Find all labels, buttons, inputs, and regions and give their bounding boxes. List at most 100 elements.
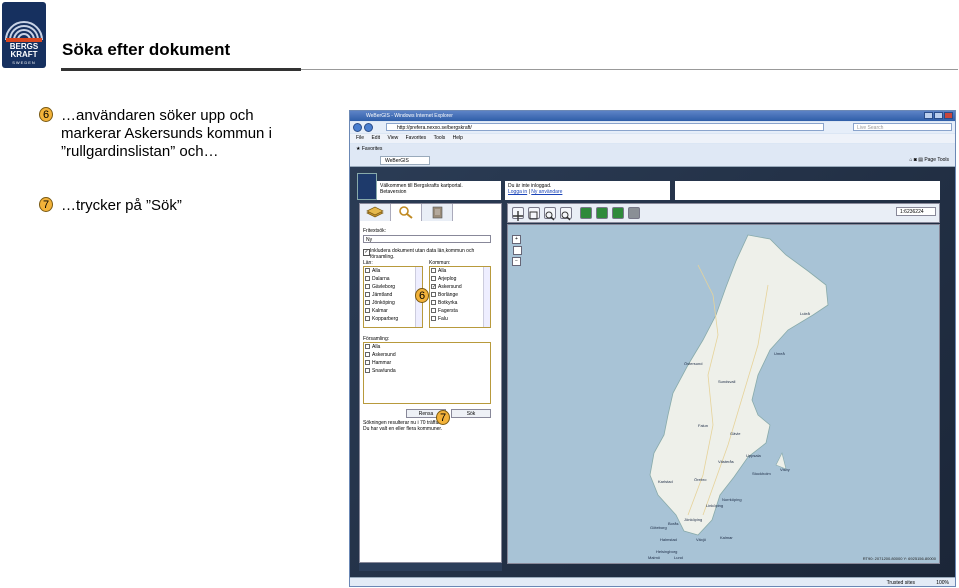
layers-icon [366, 206, 384, 218]
scale-input[interactable]: 1:6236224 [896, 207, 936, 216]
list-item[interactable]: Alla [364, 343, 490, 351]
list-item[interactable]: Borlänge [430, 291, 490, 299]
step-6-badge: 6 [39, 107, 53, 122]
tab-search[interactable] [391, 204, 422, 221]
close-button[interactable] [944, 112, 953, 119]
forsamling-list[interactable]: Alla Askersund Hammar Snavlunda [363, 342, 491, 404]
map-place-label: Borås [668, 521, 678, 526]
back-arrow-icon[interactable] [596, 207, 608, 219]
menu-view[interactable]: View [387, 135, 398, 141]
list-item[interactable]: Hammar [364, 359, 490, 367]
map-place-label: Helsingborg [656, 549, 677, 554]
kommun-scrollbar[interactable] [483, 267, 490, 327]
page-content: Välkommen till Bergskrafts kartportal. B… [350, 167, 955, 577]
checkbox[interactable] [365, 360, 370, 365]
checkbox[interactable] [365, 352, 370, 357]
list-item[interactable]: Jämtland [364, 291, 422, 299]
lan-list[interactable]: Alla Dalarna Gävleborg Jämtland Jönköpin… [363, 266, 423, 328]
menu-favorites[interactable]: Favorites [406, 135, 427, 141]
tab-layers[interactable] [360, 204, 391, 221]
list-item[interactable]: Snavlunda [364, 367, 490, 375]
checkbox[interactable] [431, 308, 436, 313]
menu-file[interactable]: File [356, 135, 364, 141]
list-item[interactable]: Fagersta [430, 307, 490, 315]
checkbox[interactable] [431, 300, 436, 305]
callout-6: 6 [415, 288, 429, 303]
list-item-askersund[interactable]: ✓ Askersund [430, 283, 490, 291]
list-item[interactable]: Askersund [364, 351, 490, 359]
checkbox[interactable] [365, 344, 370, 349]
address-bar[interactable]: http://prefera.nexxo.se/bergskraft/ [386, 123, 824, 131]
zoom-out-button[interactable]: − [512, 257, 521, 266]
list-item[interactable]: Gävleborg [364, 283, 422, 291]
home-icon[interactable]: ⌂ [909, 157, 912, 163]
new-user-link[interactable]: Ny användare [531, 189, 562, 195]
zoom-out-icon[interactable] [560, 207, 572, 221]
fritext-input[interactable]: Ny [363, 235, 491, 243]
zoom-extent-icon[interactable] [528, 207, 540, 220]
menu-edit[interactable]: Edit [371, 135, 380, 141]
magnifier-icon [399, 206, 413, 219]
bergskraft-logo: BERGS KRAFT SWEDEN [2, 2, 46, 68]
checkbox[interactable] [365, 316, 370, 321]
favorites-label[interactable]: Favorites [362, 146, 383, 152]
result-text: Sökningen resulterar nu i 70 träffar. Du… [363, 420, 498, 432]
include-label: Inkludera dokument utan data län,kommun … [370, 248, 475, 260]
login-link[interactable]: Logga in [508, 189, 527, 195]
checkbox[interactable] [365, 268, 370, 273]
tab-wergis[interactable]: WeBerGIS [380, 156, 430, 165]
back-icon[interactable] [353, 123, 362, 132]
list-item[interactable]: Kalmar [364, 307, 422, 315]
checkbox-checked[interactable]: ✓ [431, 284, 436, 290]
info-icon[interactable] [580, 207, 592, 219]
tab-documents[interactable] [422, 204, 453, 221]
page-menu[interactable]: Page [924, 157, 936, 163]
list-item[interactable]: Dalarna [364, 275, 422, 283]
checkbox[interactable] [431, 276, 436, 281]
zoom-in-button[interactable]: + [512, 235, 521, 244]
menu-help[interactable]: Help [453, 135, 463, 141]
list-item[interactable]: Alla [430, 267, 490, 275]
globe-icon[interactable] [628, 207, 640, 219]
checkbox[interactable] [365, 308, 370, 313]
list-item[interactable]: Jönköping [364, 299, 422, 307]
checkbox[interactable] [365, 300, 370, 305]
checkbox[interactable] [365, 284, 370, 289]
map-view[interactable]: Luleå Östersund Sundsvall Umeå Gävle Uppsala S… [507, 224, 940, 564]
favorites-star-icon[interactable]: ★ [356, 146, 360, 152]
step-6-text: …användaren söker upp och markerar Asker… [61, 107, 272, 160]
include-checkbox[interactable]: ✓ [363, 249, 370, 256]
document-icon [432, 206, 443, 219]
forward-icon[interactable] [364, 123, 373, 132]
zoom-in-icon[interactable] [544, 207, 556, 221]
checkbox[interactable] [365, 292, 370, 297]
search-button[interactable]: Sök [451, 409, 491, 418]
checkbox[interactable] [365, 276, 370, 281]
print-icon[interactable]: ▤ [918, 157, 923, 163]
zoom-slider[interactable] [513, 246, 522, 255]
map-place-label: Falun [698, 423, 708, 428]
zoom-level[interactable]: 100% [936, 578, 949, 586]
gis-logo [357, 173, 377, 200]
list-item[interactable]: Botkyrka [430, 299, 490, 307]
kommun-list[interactable]: Alla Arjeplog ✓ Askersund Borlänge Botkyr… [429, 266, 491, 328]
maximize-button[interactable] [934, 112, 943, 119]
checkbox[interactable] [431, 316, 436, 321]
checkbox[interactable] [431, 268, 436, 273]
forward-arrow-icon[interactable] [612, 207, 624, 219]
fritext-label: Fritextsök: [363, 228, 387, 234]
feeds-icon[interactable]: ◙ [914, 157, 917, 163]
tools-menu[interactable]: Tools [937, 157, 949, 163]
pan-icon[interactable] [512, 207, 524, 221]
list-item[interactable]: Alla [364, 267, 422, 275]
map-place-label: Östersund [684, 361, 702, 366]
list-item[interactable]: Arjeplog [430, 275, 490, 283]
list-item[interactable]: Falu [430, 315, 490, 323]
menu-tools[interactable]: Tools [434, 135, 446, 141]
list-item[interactable]: Kopparberg [364, 315, 422, 323]
live-search-input[interactable]: Live Search [853, 123, 952, 131]
minimize-button[interactable] [924, 112, 933, 119]
checkbox[interactable] [365, 368, 370, 373]
coordinate-readout: RT90: 2071200.80000 Y: 6925156.80000 [862, 556, 936, 561]
checkbox[interactable] [431, 292, 436, 297]
